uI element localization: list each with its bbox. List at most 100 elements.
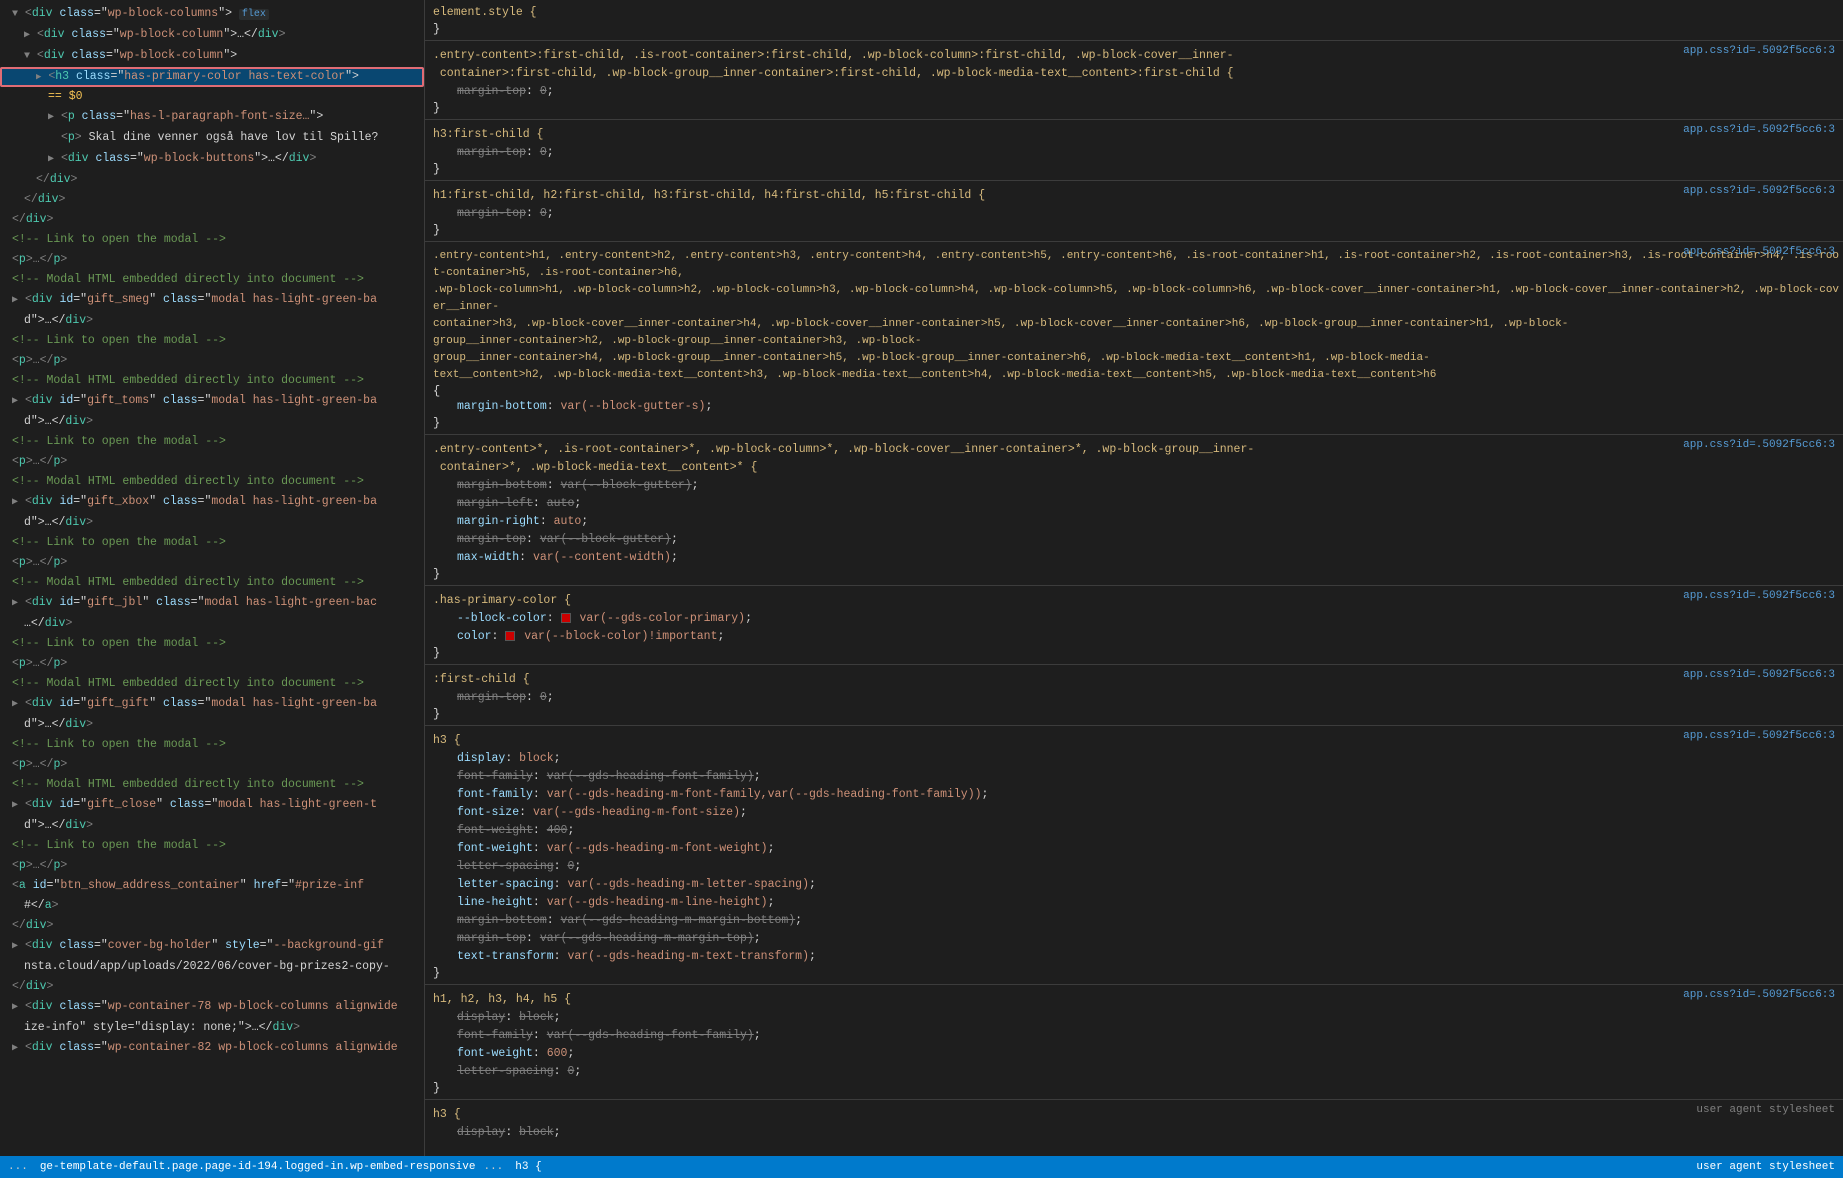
triangle-icon[interactable] (12, 941, 18, 952)
css-source-9[interactable]: app.css?id=.5092f5cc6:3 (1683, 989, 1835, 1001)
css-source-1[interactable]: app.css?id=.5092f5cc6:3 (1683, 45, 1835, 57)
dom-cover-bg-close: </div> (0, 977, 424, 997)
dom-tree-panel[interactable]: <div class="wp-block-columns"> flex <div… (0, 0, 425, 1156)
margin-bottom-property: margin-bottom: var(--block-gutter-s); (433, 398, 1843, 416)
color-swatch-block-color[interactable] (561, 613, 571, 623)
triangle-icon[interactable] (12, 1043, 18, 1054)
bottom-bar: ... ge-template-default.page.page-id-194… (0, 1156, 1843, 1178)
dom-line-close-div-2: </div> (0, 190, 424, 210)
dom-gift-gift[interactable]: <div id="gift_gift" class="modal has-lig… (0, 694, 424, 715)
css-source-3[interactable]: app.css?id=.5092f5cc6:3 (1683, 185, 1835, 197)
dom-cover-bg-content: nsta.cloud/app/uploads/2022/06/cover-bg-… (0, 957, 424, 977)
margin-top-property-2: margin-top: 0; (433, 144, 1843, 162)
dom-gift-jbl[interactable]: <div id="gift_jbl" class="modal has-ligh… (0, 593, 424, 614)
dom-gift-gift-close: d">…</div> (0, 715, 424, 735)
css-source-6[interactable]: app.css?id=.5092f5cc6:3 (1683, 590, 1835, 602)
dom-comment-link-modal-4: <!-- Link to open the modal --> (0, 533, 424, 553)
h1-h5-selector: h1, h2, h3, h4, h5 { (433, 991, 1843, 1009)
triangle-icon[interactable] (12, 598, 18, 609)
triangle-icon[interactable] (12, 9, 18, 20)
dom-cover-bg-holder[interactable]: <div class="cover-bg-holder" style="--ba… (0, 936, 424, 957)
h3-block: app.css?id=.5092f5cc6:3 h3 { display: bl… (425, 726, 1843, 984)
dom-a-hash-close: #</a> (0, 896, 424, 916)
dom-line-p-text[interactable]: <p> Skal dine venner også have lov til S… (0, 128, 424, 149)
css-source-8[interactable]: app.css?id=.5092f5cc6:3 (1683, 730, 1835, 742)
dom-line-h3-selected[interactable]: ▶ <h3 class="has-primary-color has-text-… (0, 67, 424, 87)
dom-comment-link-modal-1: <!-- Link to open the modal --> (0, 230, 424, 250)
h1-h5-first-child-selector: h1:first-child, h2:first-child, h3:first… (433, 187, 1843, 205)
dom-p-4[interactable]: <p>…</p> (0, 553, 424, 573)
dom-line-equals: == $0 (0, 87, 424, 107)
css-source-2[interactable]: app.css?id=.5092f5cc6:3 (1683, 124, 1835, 136)
dom-p-3[interactable]: <p>…</p> (0, 452, 424, 472)
dom-wp-container-82[interactable]: <div class="wp-container-82 wp-block-col… (0, 1038, 424, 1059)
dom-p-2[interactable]: <p>…</p> (0, 351, 424, 371)
triangle-icon[interactable] (24, 51, 30, 62)
triangle-icon[interactable] (12, 800, 18, 811)
dom-gift-smeg-close: d">…</div> (0, 311, 424, 331)
dom-comment-modal-3: <!-- Modal HTML embedded directly into d… (0, 472, 424, 492)
h3-user-agent-block: user agent stylesheet h3 { display: bloc… (425, 1100, 1843, 1146)
dom-comment-modal-1: <!-- Modal HTML embedded directly into d… (0, 270, 424, 290)
dom-line-wp-buttons[interactable]: <div class="wp-block-buttons">…</div> (0, 149, 424, 170)
dom-comment-link-modal-5: <!-- Link to open the modal --> (0, 634, 424, 654)
dom-line-close-div-3: </div> (0, 170, 424, 190)
entry-content-first-child-block: app.css?id=.5092f5cc6:3 .entry-content>:… (425, 41, 1843, 119)
user-agent-label: user agent stylesheet (1696, 1161, 1835, 1173)
dom-p-1[interactable]: <p>…</p> (0, 250, 424, 270)
dom-line-p-has-l[interactable]: <p class="has-l-paragraph-font-size…"> (0, 107, 424, 128)
triangle-icon[interactable] (12, 699, 18, 710)
dom-comment-modal-5: <!-- Modal HTML embedded directly into d… (0, 674, 424, 694)
entry-content-star-block: app.css?id=.5092f5cc6:3 .entry-content>*… (425, 435, 1843, 585)
dom-gift-toms[interactable]: <div id="gift_toms" class="modal has-lig… (0, 391, 424, 412)
css-source-5[interactable]: app.css?id=.5092f5cc6:3 (1683, 439, 1835, 451)
dom-gift-xbox-close: d">…</div> (0, 513, 424, 533)
dom-line-3[interactable]: <div class="wp-block-column"> (0, 46, 424, 67)
has-primary-color-selector: .has-primary-color { (433, 592, 1843, 610)
dom-gift-jbl-close: …</div> (0, 614, 424, 634)
first-child-pseudo-selector: :first-child { (433, 671, 1843, 689)
css-source-user-agent: user agent stylesheet (1696, 1104, 1835, 1116)
bottom-bar-left: ... ge-template-default.page.page-id-194… (8, 1161, 542, 1173)
dom-line-close-div-1: </div> (0, 210, 424, 230)
triangle-icon: ▶ (36, 72, 41, 82)
css-source-7[interactable]: app.css?id=.5092f5cc6:3 (1683, 669, 1835, 681)
triangle-icon[interactable] (12, 295, 18, 306)
dom-p-5[interactable]: <p>…</p> (0, 654, 424, 674)
dom-gift-close[interactable]: <div id="gift_close" class="modal has-li… (0, 795, 424, 816)
triangle-icon[interactable] (24, 30, 30, 41)
triangle-icon[interactable] (12, 1002, 18, 1013)
entry-content-star-selector: .entry-content>*, .is-root-container>*, … (433, 441, 1843, 477)
margin-top-property-3: margin-top: 0; (433, 205, 1843, 223)
dom-p-7[interactable]: <p>…</p> (0, 856, 424, 876)
bottom-bar-right: user agent stylesheet (1696, 1161, 1835, 1173)
color-swatch-color[interactable] (505, 631, 515, 641)
dots-icon-2[interactable]: ... (483, 1161, 503, 1173)
h3-first-child-selector: h3:first-child { (433, 126, 1843, 144)
triangle-icon[interactable] (12, 497, 18, 508)
dots-icon[interactable]: ... (8, 1161, 28, 1173)
dom-a-btn-show[interactable]: <a id="btn_show_address_container" href=… (0, 876, 424, 896)
triangle-icon[interactable] (48, 154, 54, 165)
first-child-pseudo-block: app.css?id=.5092f5cc6:3 :first-child { m… (425, 665, 1843, 725)
dom-p-6[interactable]: <p>…</p> (0, 755, 424, 775)
dom-comment-link-modal-7: <!-- Link to open the modal --> (0, 836, 424, 856)
dom-wp-container-78[interactable]: <div class="wp-container-78 wp-block-col… (0, 997, 424, 1018)
dom-gift-xbox[interactable]: <div id="gift_xbox" class="modal has-lig… (0, 492, 424, 513)
dom-comment-link-modal-2: <!-- Link to open the modal --> (0, 331, 424, 351)
dom-gift-smeg[interactable]: <div id="gift_smeg" class="modal has-lig… (0, 290, 424, 311)
css-source-4[interactable]: app.css?id=.5092f5cc6:3 (1683, 246, 1835, 258)
margin-top-property-1: margin-top: 0; (433, 83, 1843, 101)
dom-comment-modal-4: <!-- Modal HTML embedded directly into d… (0, 573, 424, 593)
h3-first-child-block: app.css?id=.5092f5cc6:3 h3:first-child {… (425, 120, 1843, 180)
dom-line-2[interactable]: <div class="wp-block-column">…</div> (0, 25, 424, 46)
dom-close-div-outer: </div> (0, 916, 424, 936)
dom-line-1[interactable]: <div class="wp-block-columns"> flex (0, 4, 424, 25)
dom-comment-link-modal-3: <!-- Link to open the modal --> (0, 432, 424, 452)
triangle-icon[interactable] (48, 112, 54, 123)
has-primary-color-block: app.css?id=.5092f5cc6:3 .has-primary-col… (425, 586, 1843, 664)
h1-h5-block: app.css?id=.5092f5cc6:3 h1, h2, h3, h4, … (425, 985, 1843, 1099)
triangle-icon[interactable] (12, 396, 18, 407)
css-styles-panel[interactable]: element.style { } app.css?id=.5092f5cc6:… (425, 0, 1843, 1156)
dom-wp-container-78-content: ize-info" style="display: none;">…</div> (0, 1018, 424, 1038)
